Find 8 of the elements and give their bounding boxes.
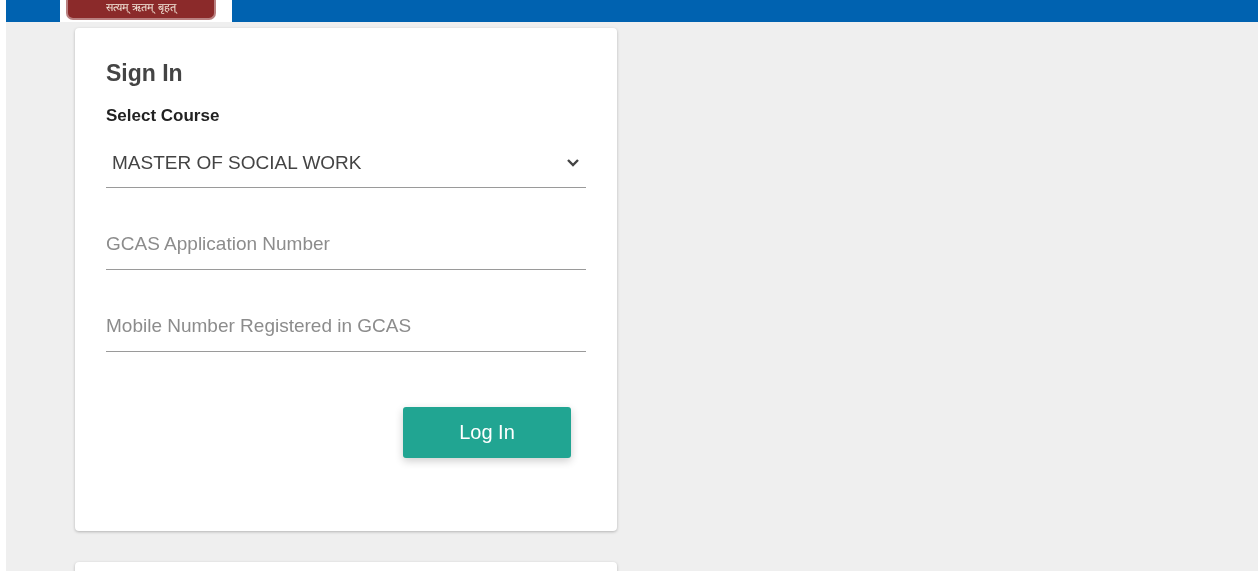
chevron-down-icon: [566, 158, 580, 167]
header-bar: [6, 0, 60, 22]
course-label: Select Course: [106, 106, 221, 126]
input-field[interactable]: GCAS Application Number: [106, 219, 586, 270]
motto-logo: सत्यम् ऋतम् बृहत्: [66, 0, 216, 20]
input-field[interactable]: Mobile Number Registered in GCAS: [106, 301, 586, 352]
sign-in-title: Sign In: [106, 60, 184, 87]
course-select[interactable]: MASTER OF SOCIAL WORK: [106, 138, 586, 188]
